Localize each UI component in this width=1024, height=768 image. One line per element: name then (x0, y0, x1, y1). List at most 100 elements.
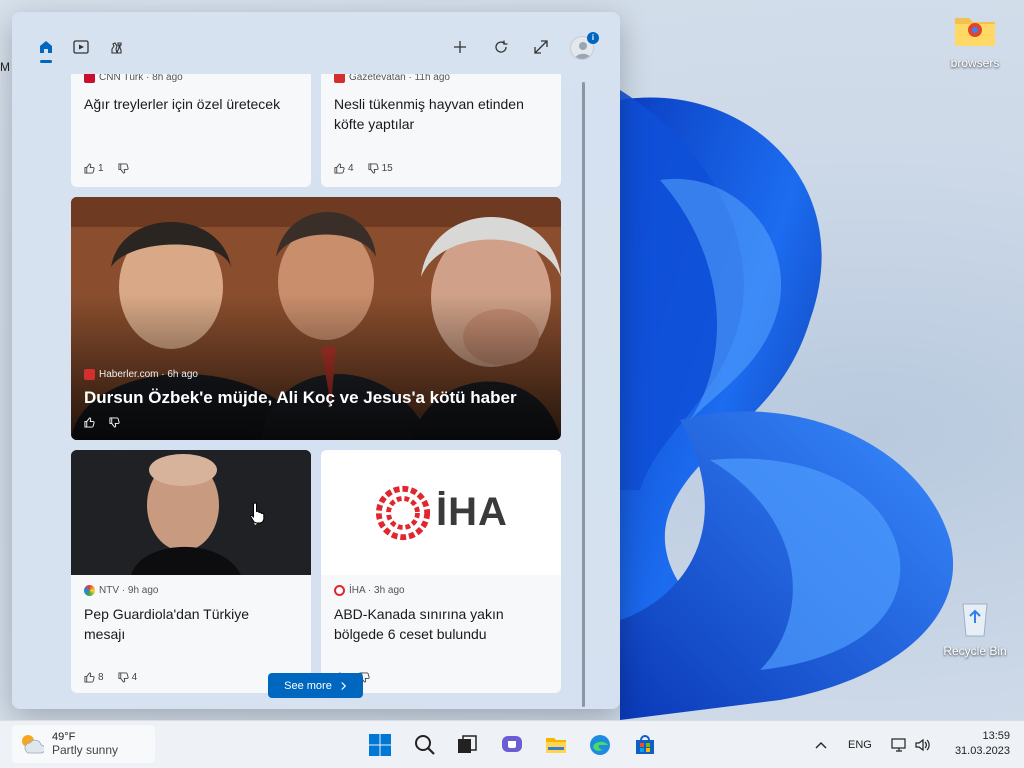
dislike-button[interactable]: 4 (118, 672, 138, 683)
card-headline[interactable]: Nesli tükenmiş hayvan etinden köfte yapt… (334, 94, 549, 134)
thumbs-up-icon (84, 672, 95, 683)
iha-logo-text: İHA (436, 490, 508, 534)
play-icon (73, 40, 89, 54)
network-button[interactable] (890, 721, 908, 768)
home-tab[interactable] (33, 34, 59, 60)
clock[interactable]: 13:59 31.03.2023 (944, 729, 1010, 759)
desktop-edge-label: M (0, 60, 10, 74)
thumbs-up-icon (84, 163, 95, 174)
portrait-figure (71, 450, 311, 575)
like-button[interactable]: 4 (334, 163, 354, 174)
folder-icon (953, 10, 997, 50)
card-reactions: 8 4 (84, 672, 137, 683)
source-text: CNN Türk · 8h ago (99, 74, 183, 83)
dislike-count: 4 (131, 672, 138, 683)
hero-news-card[interactable]: Haberler.com · 6h ago Dursun Özbek'e müj… (71, 197, 561, 440)
scroll-thumb[interactable] (582, 82, 585, 707)
card-reactions: 1 (84, 163, 129, 174)
search-button[interactable] (409, 729, 441, 761)
refresh-icon (495, 40, 508, 53)
widgets-panel: i CNN Türk · 8h ago Ağır treylerler için… (12, 12, 620, 709)
iha-ring-icon (375, 485, 431, 540)
dislike-button[interactable] (109, 417, 120, 428)
recycle-bin[interactable]: Recycle Bin (937, 598, 1013, 658)
thumbs-down-icon (368, 163, 379, 174)
browsers-folder[interactable]: browsers (937, 10, 1013, 70)
gazetevatan-logo-icon (334, 74, 345, 83)
card-source: NTV · 9h ago (84, 585, 158, 596)
source-text: İHA · 3h ago (349, 585, 405, 596)
like-button[interactable] (84, 417, 95, 428)
recycle-bin-label: Recycle Bin (943, 644, 1007, 658)
card-headline[interactable]: ABD-Kanada sınırına yakın bölgede 6 cese… (334, 604, 534, 644)
news-card[interactable]: İHA İHA · 3h ago ABD-Kanada sınırına yak… (321, 450, 561, 693)
file-explorer-button[interactable] (540, 729, 572, 761)
iha-logo-icon (334, 585, 345, 596)
like-count: 4 (348, 163, 354, 174)
partly-sunny-icon (22, 735, 44, 754)
task-view-button[interactable] (451, 729, 483, 761)
news-card[interactable]: CNN Türk · 8h ago Ağır treylerler için ö… (71, 74, 311, 187)
like-button[interactable]: 8 (84, 672, 104, 683)
source-text: Gazetevatan · 11h ago (349, 74, 450, 83)
expand-icon (534, 40, 548, 54)
source-text: Haberler.com · 6h ago (99, 369, 198, 380)
thumbs-down-icon (118, 163, 129, 174)
clock-date: 31.03.2023 (954, 745, 1010, 757)
cnn-turk-logo-icon (84, 74, 95, 83)
watch-tab[interactable] (68, 34, 94, 60)
file-explorer-icon (546, 738, 566, 753)
see-more-button[interactable]: See more (268, 673, 363, 698)
see-more-label: See more (284, 679, 332, 692)
sports-tab[interactable] (103, 34, 129, 60)
card-source: CNN Türk · 8h ago (84, 74, 183, 83)
feed-scrollbar[interactable] (581, 82, 587, 709)
show-hidden-icons-button[interactable] (815, 721, 827, 768)
chess-icon (111, 42, 122, 54)
thumbs-up-icon (334, 163, 345, 174)
news-card[interactable]: Gazetevatan · 11h ago Nesli tükenmiş hay… (321, 74, 561, 187)
active-tab-indicator (40, 60, 52, 63)
dislike-button[interactable]: 15 (368, 163, 393, 174)
card-headline[interactable]: Pep Guardiola'dan Türkiye mesajı (84, 604, 284, 644)
recycle-bin-icon (953, 598, 997, 638)
plus-icon (454, 41, 466, 53)
dislike-count: 15 (381, 163, 393, 174)
weather-widget[interactable]: 49°F Partly sunny (12, 725, 155, 763)
speaker-icon (915, 738, 930, 752)
chat-button[interactable] (496, 729, 528, 761)
clock-time: 13:59 (982, 730, 1010, 742)
store-icon (636, 735, 654, 754)
news-card[interactable]: NTV · 9h ago Pep Guardiola'dan Türkiye m… (71, 450, 311, 693)
card-source: Gazetevatan · 11h ago (334, 74, 450, 83)
profile-badge: i (587, 32, 599, 44)
source-text: NTV · 9h ago (99, 585, 159, 596)
chevron-up-icon (815, 742, 827, 749)
taskbar: 49°F Partly sunny ENG 13:59 31.03.2023 (0, 720, 1024, 768)
card-reactions: 4 15 (334, 163, 393, 174)
refresh-button[interactable] (488, 34, 514, 60)
store-button[interactable] (629, 729, 661, 761)
card-source: Haberler.com · 6h ago (84, 369, 198, 380)
start-button[interactable] (364, 729, 396, 761)
card-reactions (84, 417, 120, 428)
volume-button[interactable] (914, 721, 932, 768)
thumbs-down-icon (118, 672, 129, 683)
expand-button[interactable] (528, 34, 554, 60)
dislike-button[interactable] (118, 163, 129, 174)
language-indicator[interactable]: ENG (848, 721, 872, 768)
hero-headline[interactable]: Dursun Özbek'e müjde, Ali Koç ve Jesus'a… (84, 388, 554, 408)
ntv-logo-icon (84, 585, 95, 596)
like-button[interactable]: 1 (84, 163, 104, 174)
widgets-toolbar: i (12, 12, 620, 74)
card-photo (71, 450, 311, 575)
edge-button[interactable] (584, 729, 616, 761)
thumbs-up-icon (84, 417, 95, 428)
add-widget-button[interactable] (447, 34, 473, 60)
chat-icon (502, 736, 522, 752)
card-source: İHA · 3h ago (334, 585, 405, 596)
weather-desc: Partly sunny (52, 743, 119, 757)
news-feed: CNN Türk · 8h ago Ağır treylerler için ö… (71, 74, 561, 709)
like-count: 1 (98, 163, 104, 174)
card-headline[interactable]: Ağır treylerler için özel üretecek (84, 94, 299, 114)
